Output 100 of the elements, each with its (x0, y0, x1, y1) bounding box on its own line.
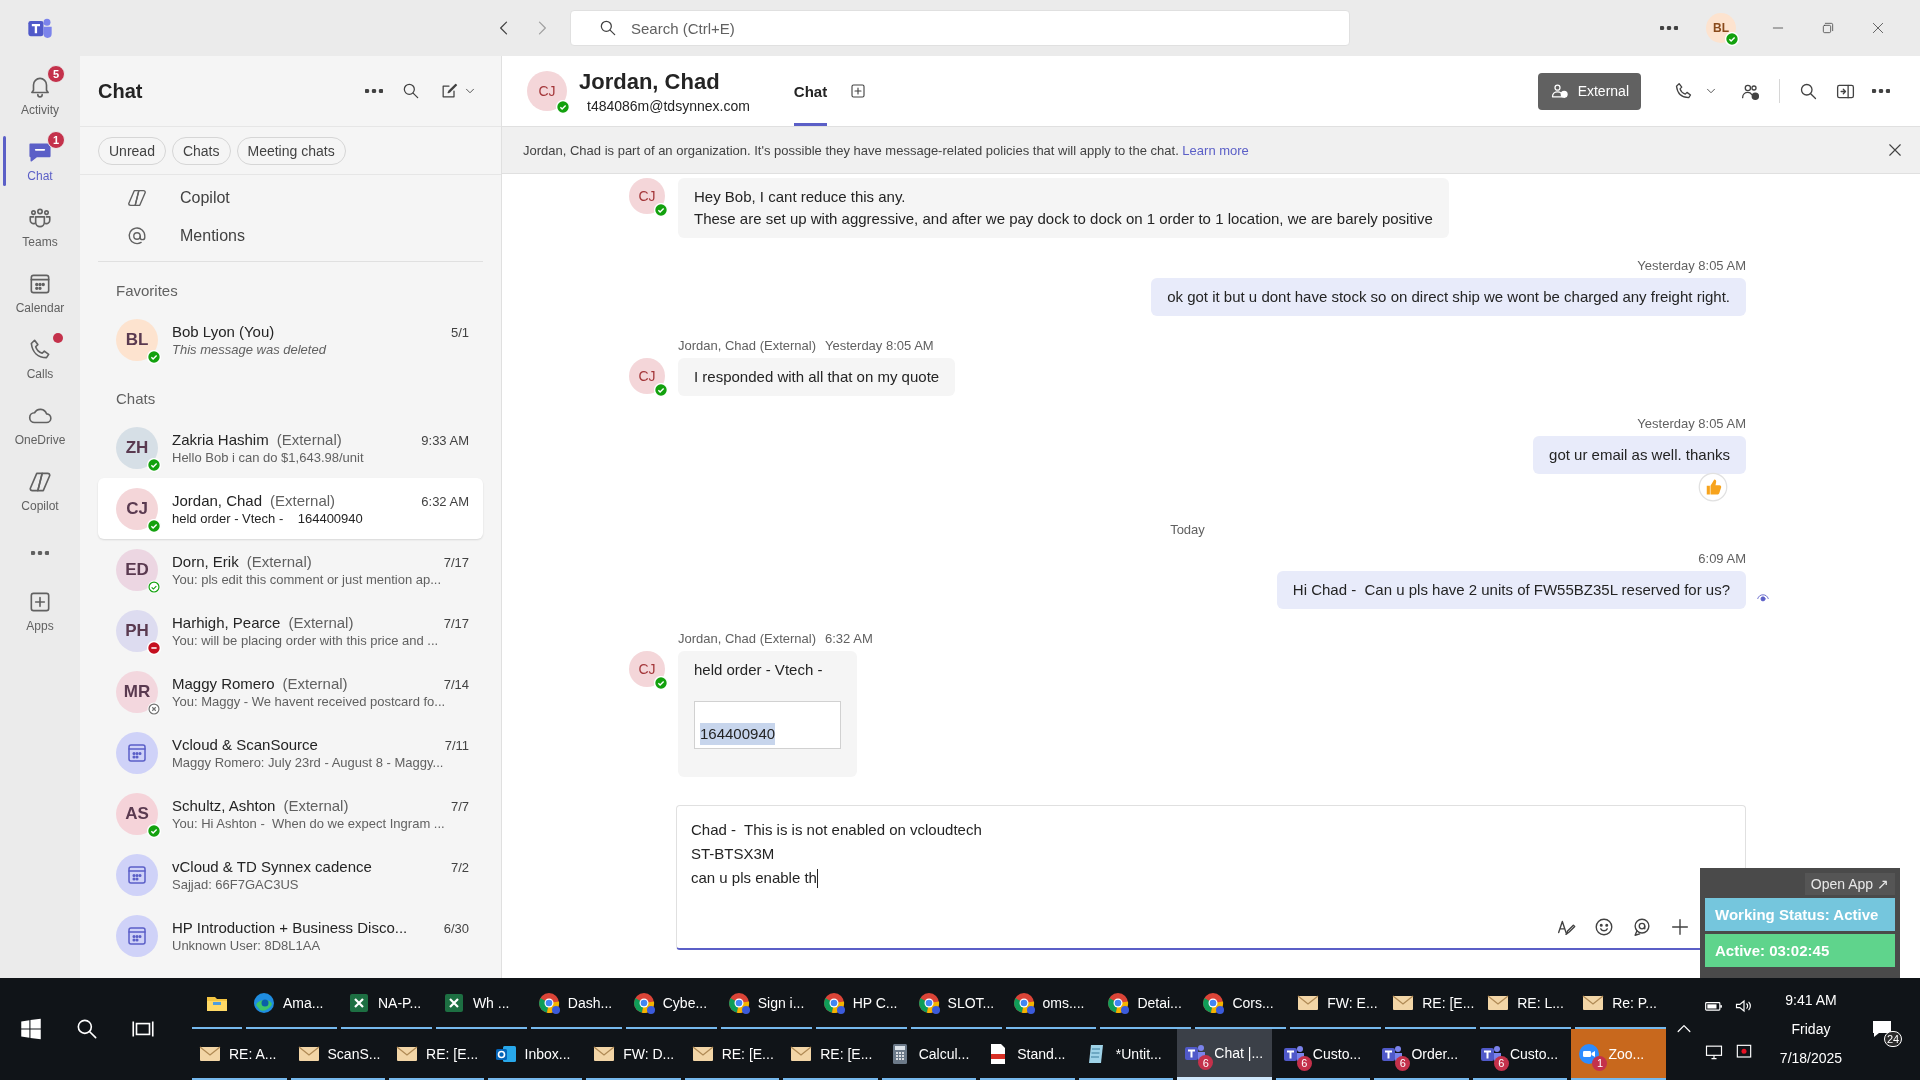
learn-more-link[interactable]: Learn more (1182, 142, 1249, 158)
contact-name: Zakria Hashim (172, 430, 269, 448)
taskbar-button[interactable]: HP C... (815, 978, 907, 1029)
count-badge: 1 (47, 131, 65, 149)
chat-list-item[interactable]: ZH Zakria Hashim (External) 9:33 AM Hello Bob i can do $1,643.98/unit (98, 417, 483, 478)
taskbar-button[interactable]: RE: A... (192, 1029, 287, 1080)
taskbar-button[interactable]: 1 Zoo... (1571, 1029, 1666, 1080)
taskbar-button[interactable]: Ama... (246, 978, 337, 1029)
taskbar-button[interactable]: FW: E... (1290, 978, 1382, 1029)
external-button[interactable]: External (1537, 72, 1641, 110)
taskbar-button[interactable]: oms.... (1005, 978, 1097, 1029)
filter-chip[interactable]: Chats (171, 136, 231, 165)
clock[interactable]: 9:41 AM Friday 7/18/2025 (1766, 985, 1856, 1073)
taskbar-button[interactable]: Inbox... (487, 1029, 583, 1080)
rail-button[interactable]: Copilot (0, 458, 80, 524)
taskbar-button[interactable]: 6 Custo... (1472, 1029, 1568, 1080)
taskbar-button[interactable]: Detai... (1100, 978, 1192, 1029)
taskbar-button[interactable]: RE: [E... (1385, 978, 1477, 1029)
taskbar-button[interactable]: RE: [E... (783, 1029, 878, 1080)
rail-button[interactable]: Apps (0, 578, 80, 644)
avatar-initials: CJ (126, 498, 148, 519)
thumbs-up-icon[interactable] (1698, 472, 1728, 502)
message-preview: You: pls edit this comment or just mention ap... (172, 571, 443, 587)
chat-list-item[interactable]: Vcloud & ScanSource 7/11 Maggy Romero: July 23rd - August 8 - Maggy... (98, 722, 483, 783)
rail-button[interactable]: Teams (0, 194, 80, 260)
windows-start-icon[interactable] (18, 1016, 44, 1042)
browser-icon (252, 990, 276, 1015)
more-icon[interactable] (1660, 26, 1678, 30)
taskbar-button[interactable]: Dash... (530, 978, 622, 1029)
date-divider: Today (1169, 522, 1206, 537)
selected-text: 164400940 (700, 723, 776, 745)
plus-icon[interactable] (1669, 916, 1691, 938)
taskbar-button[interactable]: RE: [E... (684, 1029, 780, 1080)
external-tag: (External) (288, 613, 354, 631)
chat-list-item[interactable]: ED Dorn, Erik (External) 7/17 You: pls edit this comment or just mention ap... (98, 539, 483, 600)
taskbar-button[interactable]: Cybe... (625, 978, 717, 1029)
rail-button[interactable]: 1 Chat (0, 128, 80, 194)
pinned-item[interactable]: Mentions (98, 217, 483, 255)
taskbar-button[interactable]: ScanS... (290, 1029, 386, 1080)
timestamp: 9:33 AM (421, 432, 469, 448)
avatar-initials: MR (123, 681, 151, 702)
search-field[interactable]: Search (Ctrl+E) (570, 10, 1350, 46)
contact-name: Dorn, Erik (172, 552, 239, 570)
notification-dot (53, 333, 63, 343)
emoji-icon[interactable] (1593, 916, 1615, 938)
avatar-initials: ZH (125, 437, 149, 458)
external-tag: (External) (276, 430, 342, 448)
chat-list-item[interactable]: AS Schultz, Ashton (External) 7/7 You: Hi Ashton - When do we expect Ingram ... (98, 783, 483, 844)
timestamp: 7/14 (443, 676, 469, 692)
avatar-initials: PH (125, 620, 149, 641)
more-icon (31, 551, 49, 555)
open-app-button[interactable]: Open App ↗ (1804, 873, 1895, 895)
restore-icon[interactable] (1820, 20, 1836, 36)
contact-name: Jordan, Chad (172, 491, 263, 509)
pinned-item[interactable]: Copilot (98, 179, 483, 217)
more-icon[interactable] (365, 89, 383, 93)
taskbar-button[interactable]: Wh ... (435, 978, 527, 1029)
message-preview: Maggy Romero: July 23rd - August 8 - Maggy... (172, 754, 445, 770)
message-preview: Hello Bob i can do $1,643.98/unit (172, 449, 365, 465)
taskbar-button[interactable]: Sign i... (720, 978, 812, 1029)
contact-email: t484086m@tdsynnex.com (586, 97, 750, 114)
taskbar-button[interactable]: 6 Custo... (1275, 1029, 1371, 1080)
avatar-initials: BL (1713, 21, 1729, 35)
taskbar-button[interactable]: NA-P... (340, 978, 432, 1029)
message-preview: held order - Vtech - 164400940 (172, 510, 364, 526)
taskbar-button[interactable]: SLOT... (910, 978, 1002, 1029)
chat-list-item[interactable]: HP Introduction + Business Disco... 6/30 Unknown User: 8D8L1AA (98, 905, 483, 966)
more-icon[interactable] (1872, 89, 1890, 93)
chat-list-item[interactable]: vCloud & TD Synnex cadence 7/2 Sajjad: 66F7GAC3US (98, 844, 483, 905)
taskbar-button[interactable]: Calcul... (881, 1029, 977, 1080)
rail-button[interactable]: 5 Activity (0, 62, 80, 128)
message-preview: This message was deleted (172, 341, 328, 357)
taskbar-button[interactable]: RE: L... (1480, 978, 1572, 1029)
add-tab-icon[interactable] (849, 82, 868, 100)
rail-button[interactable]: OneDrive (0, 392, 80, 458)
external-tag: (External) (283, 796, 349, 814)
close-icon[interactable] (1886, 141, 1904, 159)
taskbar-button[interactable]: 6 Order... (1374, 1029, 1469, 1080)
rail-button[interactable]: Calls (0, 326, 80, 392)
avatar-initials: CJ (638, 661, 656, 677)
contact-name: HP Introduction + Business Disco... (172, 918, 408, 936)
timestamp: 7/2 (450, 859, 469, 875)
search-icon[interactable] (401, 81, 421, 101)
avatar-initials: ED (125, 559, 149, 580)
chat-list-item[interactable]: PH Harhigh, Pearce (External) 7/17 You: will be placing order with this price and ... (98, 600, 483, 661)
taskbar-button[interactable]: *Untit... (1078, 1029, 1174, 1080)
chat-list-item[interactable]: BL Bob Lyon (You) 5/1 This message was deleted (98, 309, 483, 370)
taskbar-button[interactable]: 6 Chat |... (1177, 1029, 1272, 1080)
taskbar-button[interactable]: FW: D... (586, 1029, 681, 1080)
chat-list-item[interactable]: MR Maggy Romero (External) 7/14 You: Maggy - We havent received postcard fo... (98, 661, 483, 722)
message-preview: You: Maggy - We havent received postcard fo... (172, 693, 447, 709)
filter-chip[interactable]: Meeting chats (236, 136, 346, 165)
taskbar-button[interactable]: RE: [E... (389, 1029, 484, 1080)
rail-button[interactable]: Calendar (0, 260, 80, 326)
status-bar: Working Status: Active (1705, 898, 1895, 931)
close-icon[interactable] (1870, 20, 1886, 36)
chat-list-item[interactable]: CJ Jordan, Chad (External) 6:32 AM held order - Vtech - 164400940 (98, 478, 483, 539)
count-badge: 6 (1198, 1055, 1214, 1070)
taskbar-button[interactable]: Stand... (980, 1029, 1075, 1080)
filter-chip[interactable]: Unread (98, 136, 166, 165)
